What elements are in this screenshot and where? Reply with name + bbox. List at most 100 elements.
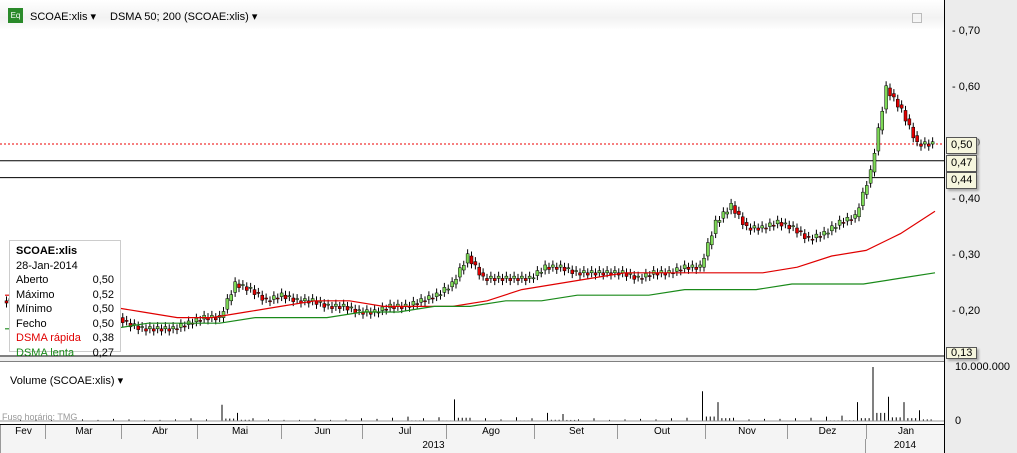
y-tick-label: - 0,30 bbox=[952, 249, 981, 261]
candle bbox=[198, 320, 202, 322]
candle bbox=[493, 278, 497, 281]
hline-tag-047: 0,47 bbox=[946, 155, 978, 172]
candle bbox=[760, 225, 764, 229]
candle bbox=[489, 275, 493, 279]
month-label: Jun bbox=[281, 425, 363, 439]
candle bbox=[357, 309, 361, 312]
candle bbox=[535, 270, 540, 276]
candle bbox=[427, 295, 431, 300]
panel-splitter bbox=[0, 357, 944, 361]
candle bbox=[826, 232, 830, 235]
candle bbox=[268, 300, 272, 303]
candle bbox=[245, 286, 249, 291]
candle bbox=[241, 284, 245, 286]
candle bbox=[155, 326, 160, 330]
candle bbox=[865, 185, 869, 195]
legend-value: 0,38 bbox=[92, 332, 114, 344]
candle bbox=[353, 308, 357, 314]
price-axis[interactable] bbox=[944, 0, 1017, 453]
candle bbox=[903, 110, 908, 122]
candle bbox=[539, 271, 543, 274]
candle bbox=[868, 169, 873, 184]
candle bbox=[124, 320, 129, 322]
candle bbox=[644, 273, 648, 278]
candle bbox=[496, 275, 501, 279]
hline-tag-044: 0,44 bbox=[946, 172, 978, 189]
candle bbox=[628, 273, 633, 275]
candle bbox=[256, 292, 261, 294]
candle bbox=[194, 317, 199, 323]
month-label: Dez bbox=[787, 425, 867, 439]
month-axis[interactable]: Fev Mar Abr Mai Jun Jul Ago Set Out Nov Dez Jan bbox=[0, 424, 944, 440]
candle bbox=[586, 272, 590, 276]
candle bbox=[221, 311, 226, 318]
candle bbox=[167, 328, 171, 332]
candle bbox=[504, 275, 509, 279]
candle bbox=[446, 288, 450, 291]
candle bbox=[783, 222, 788, 225]
candle bbox=[597, 270, 602, 274]
candle bbox=[144, 328, 148, 332]
candle bbox=[818, 236, 822, 238]
candle bbox=[380, 306, 385, 311]
price-chart[interactable] bbox=[0, 0, 944, 424]
legend-label: Mínimo bbox=[16, 303, 53, 315]
y-tick-label: - 0,60 bbox=[952, 81, 981, 93]
candle bbox=[694, 266, 698, 270]
candle bbox=[237, 283, 241, 288]
candle bbox=[477, 266, 481, 276]
candle bbox=[892, 93, 896, 98]
min-tag: 0,13 bbox=[946, 347, 978, 359]
candle bbox=[179, 323, 183, 328]
legend-value: 0,50 bbox=[92, 317, 114, 330]
candle bbox=[558, 264, 563, 268]
candle bbox=[415, 303, 419, 305]
candle bbox=[570, 269, 574, 274]
candle bbox=[737, 210, 741, 215]
legend-label: Aberto bbox=[16, 274, 49, 286]
candle bbox=[648, 275, 652, 277]
candle bbox=[640, 278, 644, 280]
candle bbox=[531, 277, 536, 280]
candle bbox=[516, 278, 520, 281]
candle bbox=[791, 225, 795, 228]
legend-label: Fecho bbox=[16, 317, 47, 330]
candle bbox=[752, 225, 757, 229]
candle bbox=[462, 264, 466, 271]
legend-label: DSMA rápida bbox=[16, 332, 81, 344]
legend-row: DSMA rápida 0,38 bbox=[16, 331, 114, 346]
legend-value: 0,52 bbox=[92, 288, 114, 301]
candle bbox=[857, 207, 861, 218]
dsma-slow-line bbox=[5, 272, 936, 330]
candle bbox=[756, 227, 760, 231]
candle bbox=[834, 227, 838, 229]
candle bbox=[706, 242, 710, 257]
month-label: Mar bbox=[45, 425, 122, 439]
last-price-tag: 0,50 bbox=[946, 137, 978, 154]
candle bbox=[500, 278, 505, 281]
candle bbox=[675, 267, 679, 272]
candle bbox=[923, 141, 927, 145]
candle bbox=[787, 224, 791, 230]
candle bbox=[911, 126, 915, 139]
candle bbox=[543, 264, 547, 271]
candle bbox=[636, 275, 640, 278]
candle bbox=[4, 300, 9, 304]
candle bbox=[589, 270, 594, 274]
candle bbox=[287, 295, 292, 298]
candle bbox=[876, 127, 881, 152]
legend-title: SCOAE:xlis bbox=[16, 245, 78, 257]
candle bbox=[469, 255, 474, 265]
candle bbox=[861, 191, 865, 206]
candle bbox=[690, 264, 695, 268]
candle bbox=[741, 216, 745, 225]
candle bbox=[465, 253, 470, 264]
candle bbox=[411, 301, 416, 306]
candle bbox=[384, 308, 388, 311]
candle bbox=[717, 220, 722, 223]
legend-row: DSMA lenta 0,27 bbox=[16, 346, 114, 361]
volume-selector[interactable]: Volume (SCOAE:xlis) ▾ bbox=[10, 374, 123, 387]
legend-label: Máximo bbox=[16, 288, 55, 301]
candle bbox=[229, 294, 233, 302]
volume-zero-label: 0 bbox=[955, 415, 962, 427]
